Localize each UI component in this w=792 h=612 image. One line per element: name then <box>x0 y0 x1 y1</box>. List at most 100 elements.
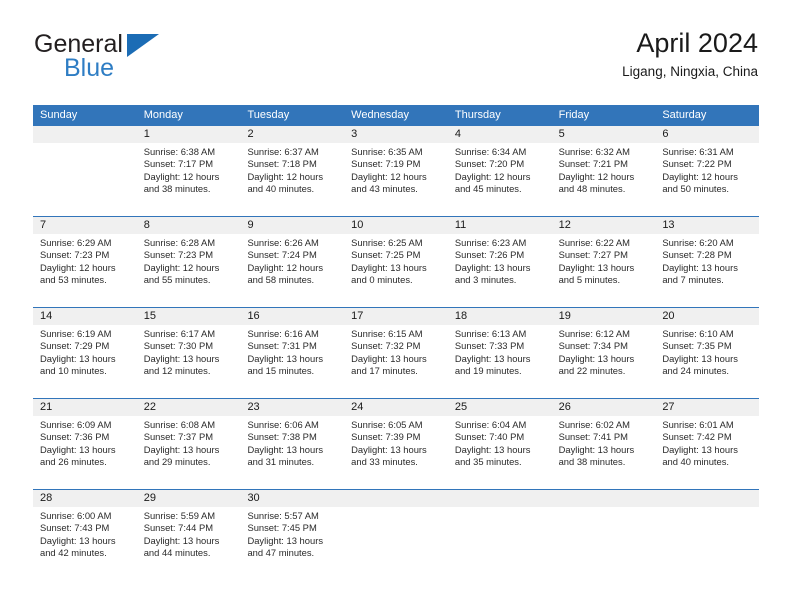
day-number[interactable]: 4 <box>448 126 552 143</box>
day-number[interactable]: 10 <box>344 217 448 234</box>
day-number[interactable]: 7 <box>33 217 137 234</box>
day-cell[interactable] <box>655 507 759 580</box>
day-cell[interactable]: Sunrise: 6:17 AM Sunset: 7:30 PM Dayligh… <box>137 325 241 398</box>
sunrise-text: Sunrise: 6:10 AM <box>662 328 734 339</box>
day-cell[interactable] <box>344 507 448 580</box>
day-number[interactable]: 11 <box>448 217 552 234</box>
day-cell[interactable]: Sunrise: 6:06 AM Sunset: 7:38 PM Dayligh… <box>240 416 344 489</box>
daylight-text: Daylight: 13 hours <box>351 443 427 455</box>
sunrise-text: Sunrise: 6:28 AM <box>143 237 216 248</box>
day-number[interactable]: 6 <box>655 126 759 143</box>
day-cell[interactable]: Sunrise: 6:35 AM Sunset: 7:19 PM Dayligh… <box>344 143 448 216</box>
daylight-text: Daylight: 12 hours <box>247 261 324 273</box>
day-number[interactable] <box>33 126 137 143</box>
day-detail-strip: Sunrise: 6:19 AM Sunset: 7:29 PM Dayligh… <box>33 325 759 398</box>
sunset-text: Sunset: 7:44 PM <box>143 522 214 534</box>
day-cell[interactable]: Sunrise: 6:01 AM Sunset: 7:42 PM Dayligh… <box>655 416 759 489</box>
day-number[interactable]: 27 <box>655 399 759 416</box>
daylight-text: Daylight: 13 hours <box>558 261 635 273</box>
week-row: 7 8 9 10 11 12 13 Sunrise: 6:29 AM Sunse… <box>33 216 759 307</box>
day-number[interactable]: 14 <box>33 308 137 325</box>
sunrise-text: Sunrise: 6:15 AM <box>351 328 423 339</box>
sunrise-text: Sunrise: 6:22 AM <box>558 237 630 248</box>
day-number[interactable]: 9 <box>240 217 344 234</box>
day-cell[interactable] <box>33 143 137 216</box>
day-number[interactable]: 2 <box>240 126 344 143</box>
day-cell[interactable]: Sunrise: 6:19 AM Sunset: 7:29 PM Dayligh… <box>33 325 137 398</box>
day-number[interactable]: 26 <box>552 399 656 416</box>
day-number[interactable]: 19 <box>552 308 656 325</box>
day-cell[interactable]: Sunrise: 6:15 AM Sunset: 7:32 PM Dayligh… <box>344 325 448 398</box>
day-cell[interactable]: Sunrise: 6:31 AM Sunset: 7:22 PM Dayligh… <box>655 143 759 216</box>
day-number[interactable]: 25 <box>448 399 552 416</box>
sunrise-text: Sunrise: 6:12 AM <box>558 328 630 339</box>
day-cell[interactable]: Sunrise: 6:22 AM Sunset: 7:27 PM Dayligh… <box>552 234 656 307</box>
day-cell[interactable]: Sunrise: 6:16 AM Sunset: 7:31 PM Dayligh… <box>240 325 344 398</box>
day-number[interactable]: 15 <box>137 308 241 325</box>
day-number[interactable]: 20 <box>655 308 759 325</box>
sunset-text: Sunset: 7:42 PM <box>662 431 732 443</box>
day-detail-strip: Sunrise: 6:09 AM Sunset: 7:36 PM Dayligh… <box>33 416 759 489</box>
day-cell[interactable] <box>448 507 552 580</box>
day-number[interactable] <box>552 490 656 507</box>
sunrise-text: Sunrise: 6:25 AM <box>351 237 423 248</box>
week-row: 1 2 3 4 5 6 Sunrise: 6:38 AM Sunset: 7:1… <box>33 125 759 216</box>
day-number[interactable] <box>655 490 759 507</box>
sunrise-text: Sunrise: 6:00 AM <box>40 510 112 521</box>
day-cell[interactable]: Sunrise: 6:04 AM Sunset: 7:40 PM Dayligh… <box>448 416 552 489</box>
day-cell[interactable]: Sunrise: 6:32 AM Sunset: 7:21 PM Dayligh… <box>552 143 656 216</box>
day-number[interactable]: 21 <box>33 399 137 416</box>
daylight-text-cont: and 58 minutes. <box>247 274 315 286</box>
day-number[interactable]: 12 <box>552 217 656 234</box>
day-cell[interactable]: Sunrise: 6:23 AM Sunset: 7:26 PM Dayligh… <box>448 234 552 307</box>
daylight-text: Daylight: 13 hours <box>143 443 220 455</box>
weekday-header-friday: Friday <box>558 109 590 121</box>
day-cell[interactable]: Sunrise: 6:00 AM Sunset: 7:43 PM Dayligh… <box>33 507 137 580</box>
day-cell[interactable]: Sunrise: 6:13 AM Sunset: 7:33 PM Dayligh… <box>448 325 552 398</box>
day-cell[interactable]: Sunrise: 6:20 AM Sunset: 7:28 PM Dayligh… <box>655 234 759 307</box>
day-cell[interactable]: Sunrise: 6:26 AM Sunset: 7:24 PM Dayligh… <box>240 234 344 307</box>
day-cell[interactable]: Sunrise: 6:28 AM Sunset: 7:23 PM Dayligh… <box>137 234 241 307</box>
day-cell[interactable]: Sunrise: 6:34 AM Sunset: 7:20 PM Dayligh… <box>448 143 552 216</box>
daylight-text-cont: and 48 minutes. <box>558 183 626 195</box>
day-cell[interactable]: Sunrise: 6:38 AM Sunset: 7:17 PM Dayligh… <box>137 143 241 216</box>
day-cell[interactable] <box>552 507 656 580</box>
day-number[interactable]: 3 <box>344 126 448 143</box>
sunrise-text: Sunrise: 6:09 AM <box>40 419 112 430</box>
day-number[interactable] <box>448 490 552 507</box>
sunset-text: Sunset: 7:22 PM <box>662 158 732 170</box>
sunrise-text: Sunrise: 6:17 AM <box>143 328 216 339</box>
day-cell[interactable]: Sunrise: 6:10 AM Sunset: 7:35 PM Dayligh… <box>655 325 759 398</box>
day-cell[interactable]: Sunrise: 6:25 AM Sunset: 7:25 PM Dayligh… <box>344 234 448 307</box>
day-number[interactable] <box>344 490 448 507</box>
daylight-text-cont: and 50 minutes. <box>662 183 730 195</box>
day-number[interactable]: 23 <box>240 399 344 416</box>
sunset-text: Sunset: 7:26 PM <box>454 249 525 261</box>
day-number[interactable]: 17 <box>344 308 448 325</box>
day-cell[interactable]: Sunrise: 5:57 AM Sunset: 7:45 PM Dayligh… <box>240 507 344 580</box>
day-cell[interactable]: Sunrise: 6:09 AM Sunset: 7:36 PM Dayligh… <box>33 416 137 489</box>
day-number[interactable]: 13 <box>655 217 759 234</box>
day-cell[interactable]: Sunrise: 6:05 AM Sunset: 7:39 PM Dayligh… <box>344 416 448 489</box>
day-number-strip: 14 15 16 17 18 19 20 <box>33 308 759 325</box>
day-number[interactable]: 24 <box>344 399 448 416</box>
day-number[interactable]: 30 <box>240 490 344 507</box>
day-cell[interactable]: Sunrise: 5:59 AM Sunset: 7:44 PM Dayligh… <box>137 507 241 580</box>
sunset-text: Sunset: 7:27 PM <box>558 249 628 261</box>
day-number[interactable]: 5 <box>552 126 656 143</box>
day-number[interactable]: 1 <box>137 126 241 143</box>
day-number[interactable]: 29 <box>137 490 241 507</box>
day-cell[interactable]: Sunrise: 6:29 AM Sunset: 7:23 PM Dayligh… <box>33 234 137 307</box>
day-number[interactable]: 22 <box>137 399 241 416</box>
day-cell[interactable]: Sunrise: 6:02 AM Sunset: 7:41 PM Dayligh… <box>552 416 656 489</box>
sunset-text: Sunset: 7:34 PM <box>558 340 628 352</box>
day-cell[interactable]: Sunrise: 6:37 AM Sunset: 7:18 PM Dayligh… <box>240 143 344 216</box>
day-number[interactable]: 18 <box>448 308 552 325</box>
day-cell[interactable]: Sunrise: 6:08 AM Sunset: 7:37 PM Dayligh… <box>137 416 241 489</box>
day-number[interactable]: 8 <box>137 217 241 234</box>
day-number[interactable]: 28 <box>33 490 137 507</box>
daylight-text-cont: and 26 minutes. <box>40 456 107 468</box>
day-cell[interactable]: Sunrise: 6:12 AM Sunset: 7:34 PM Dayligh… <box>552 325 656 398</box>
day-number[interactable]: 16 <box>240 308 344 325</box>
sunset-text: Sunset: 7:23 PM <box>40 249 110 261</box>
